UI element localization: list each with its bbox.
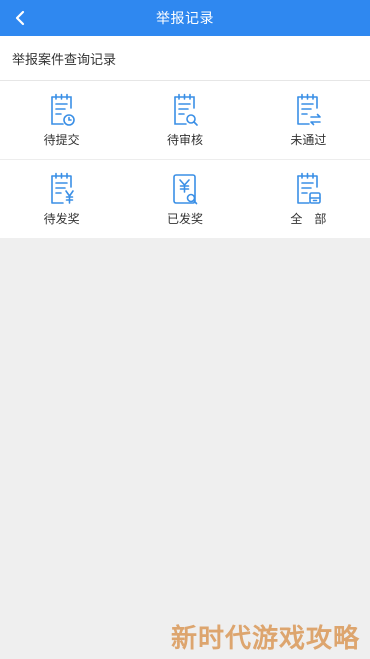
tile-label: 已发奖 [166,211,203,226]
tile-rewarded[interactable]: 已发奖 [123,160,246,238]
tile-all[interactable]: 全 部 [247,160,370,238]
status-grid: 待提交 待审核 未通过 待发奖 已发奖 全 部 [0,81,370,238]
page-title: 举报记录 [156,11,214,27]
tile-rejected[interactable]: 未通过 [246,81,370,160]
search-doc-icon [174,93,198,126]
top-bar: 举报记录 [0,0,370,36]
tile-pending-submit[interactable]: 待提交 [0,81,124,160]
tile-label: 待提交 [43,132,80,147]
section-title: 举报案件查询记录 [0,36,370,81]
app-root: 举报记录 举报案件查询记录 待提交 待审核 未通过 待发奖 已发奖 全 部 新时… [0,0,370,659]
exchange-doc-icon [297,93,322,125]
tile-label: 待发奖 [43,211,80,226]
yen-doc-icon [50,172,74,204]
tile-label: 全 部 [290,211,327,226]
yen-search-doc-icon [173,173,198,204]
archive-doc-icon [297,172,322,204]
back-button[interactable] [6,4,34,32]
tile-pending-reward[interactable]: 待发奖 [0,160,123,238]
clock-doc-icon [50,93,75,126]
chevron-left-icon [15,10,25,26]
tile-pending-review[interactable]: 待审核 [123,81,247,160]
tile-label: 未通过 [290,132,327,147]
tile-label: 待审核 [166,132,203,147]
watermark: 新时代游戏攻略 [170,624,360,654]
